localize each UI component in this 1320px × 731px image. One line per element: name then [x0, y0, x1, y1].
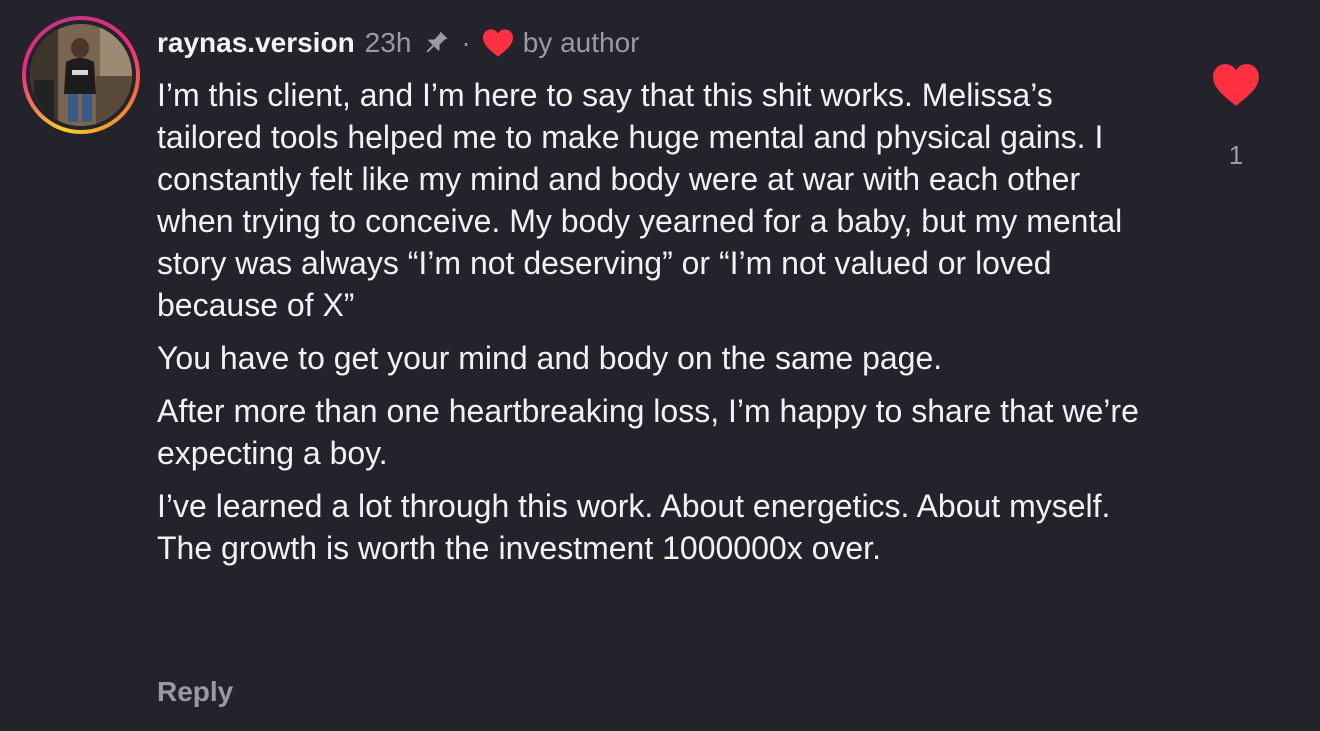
avatar[interactable]: [30, 24, 132, 126]
comment-body: I’m this client, and I’m here to say tha…: [157, 74, 1157, 580]
pin-icon: [421, 28, 451, 58]
avatar-photo: [30, 24, 132, 126]
like-count[interactable]: 1: [1216, 140, 1256, 171]
heart-filled-icon: [1213, 64, 1259, 106]
reply-button[interactable]: Reply: [157, 676, 233, 708]
liked-by-author-label: by author: [522, 27, 640, 58]
like-button[interactable]: [1211, 62, 1261, 108]
comment-paragraph: You have to get your mind and body on th…: [157, 340, 943, 376]
comment-header: raynas.version 23h · by author: [157, 24, 639, 62]
username[interactable]: raynas.version: [157, 27, 355, 59]
comment-paragraph: I’ve learned a lot through this work. Ab…: [157, 488, 1111, 566]
timestamp: 23h: [364, 27, 412, 58]
avatar-story-ring[interactable]: [22, 16, 140, 134]
separator-dot: ·: [461, 27, 471, 58]
heart-icon: [481, 28, 515, 58]
comment-paragraph: After more than one heartbreaking loss, …: [157, 393, 1139, 471]
comment-paragraph: I’m this client, and I’m here to say tha…: [157, 77, 1123, 323]
